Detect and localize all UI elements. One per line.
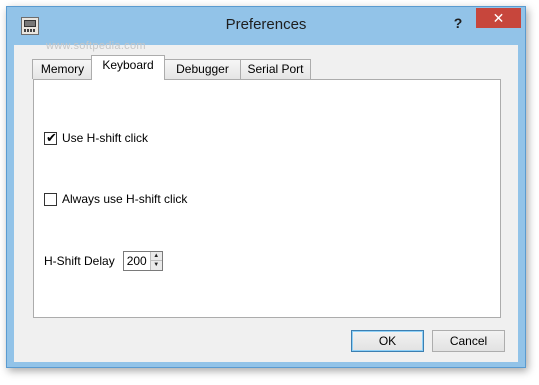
ok-button[interactable]: OK	[351, 330, 424, 352]
use-hshift-click-checkbox[interactable]: ✔	[44, 129, 57, 145]
checkmark-icon: ✔	[46, 129, 57, 145]
dialog-client-area: Memory Keyboard Debugger Serial Port ✔ U…	[14, 45, 518, 362]
tab-keyboard[interactable]: Keyboard	[91, 55, 165, 80]
tab-serial-port[interactable]: Serial Port	[240, 59, 311, 79]
help-button[interactable]: ?	[448, 13, 468, 33]
hshift-delay-row: H-Shift Delay 200 ▲ ▼	[44, 251, 163, 271]
always-hshift-click-option[interactable]: Always use H-shift click	[44, 192, 187, 206]
spin-down-icon[interactable]: ▼	[150, 261, 162, 270]
hshift-delay-value[interactable]: 200	[127, 254, 147, 268]
tab-debugger[interactable]: Debugger	[164, 59, 241, 79]
preferences-dialog: Preferences ? ✕ Memory Keyboard Debugger…	[6, 6, 526, 368]
watermark-text: www.softpedia.com	[46, 40, 146, 52]
title-bar[interactable]: Preferences ? ✕	[7, 7, 525, 43]
use-hshift-click-label: Use H-shift click	[62, 131, 149, 145]
hshift-delay-label: H-Shift Delay	[44, 254, 115, 268]
always-hshift-click-label: Always use H-shift click	[62, 192, 188, 206]
keyboard-tab-panel: ✔ Use H-shift click Always use H-shift c…	[33, 79, 501, 318]
use-hshift-click-option[interactable]: ✔ Use H-shift click	[44, 129, 149, 145]
close-button[interactable]: ✕	[476, 8, 521, 28]
hshift-delay-spinbox[interactable]: 200 ▲ ▼	[122, 251, 163, 271]
spin-buttons: ▲ ▼	[149, 252, 162, 270]
tab-memory[interactable]: Memory	[32, 59, 93, 79]
cancel-button[interactable]: Cancel	[432, 330, 505, 352]
always-hshift-click-checkbox[interactable]	[44, 192, 57, 206]
spin-up-icon[interactable]: ▲	[150, 252, 162, 261]
